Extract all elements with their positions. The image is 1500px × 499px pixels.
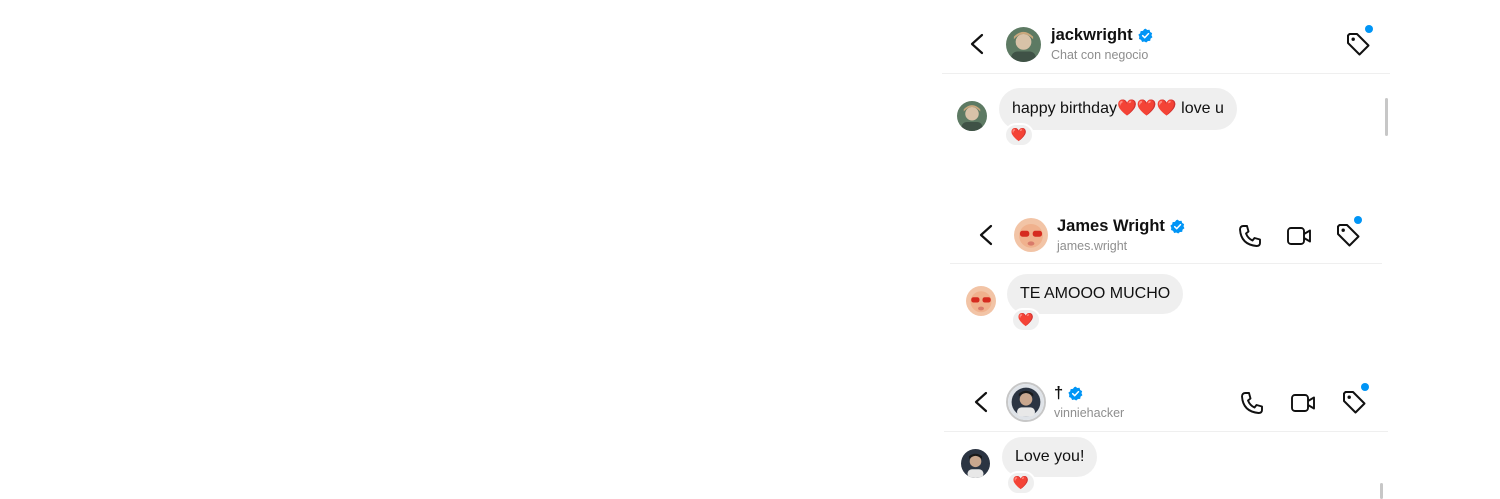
heart-reaction[interactable]: ❤️ bbox=[1006, 471, 1036, 495]
chat-header: James Wright james.wright bbox=[950, 198, 1382, 264]
tag-icon[interactable] bbox=[1341, 389, 1367, 415]
avatar[interactable] bbox=[1014, 218, 1048, 252]
chat-panel-jackwright: jackwright Chat con negocio happy birthd… bbox=[942, 0, 1390, 185]
heart-reaction[interactable]: ❤️ bbox=[1004, 123, 1034, 147]
avatar[interactable] bbox=[961, 449, 990, 478]
tag-icon[interactable] bbox=[1335, 222, 1361, 248]
avatar[interactable] bbox=[966, 286, 996, 316]
heart-reaction[interactable]: ❤️ bbox=[1011, 308, 1041, 332]
phone-icon[interactable] bbox=[1239, 390, 1265, 416]
contact-subtitle: james.wright bbox=[1057, 239, 1128, 253]
message-text: happy birthday bbox=[1012, 100, 1117, 117]
back-arrow-icon[interactable] bbox=[970, 390, 994, 414]
message-text: Love you! bbox=[1015, 448, 1085, 465]
message-text-suffix: love u bbox=[1176, 100, 1224, 117]
video-camera-icon[interactable] bbox=[1290, 390, 1316, 416]
tag-icon[interactable] bbox=[1345, 31, 1371, 57]
verified-badge-icon bbox=[1170, 219, 1185, 234]
avatar[interactable] bbox=[1006, 382, 1046, 422]
scrollbar[interactable] bbox=[1380, 483, 1383, 499]
message-bubble[interactable]: happy birthday❤️❤️❤️ love u bbox=[999, 88, 1237, 130]
heart-emoji: ❤️❤️❤️ bbox=[1116, 100, 1177, 117]
back-arrow-icon[interactable] bbox=[975, 223, 999, 247]
verified-badge-icon bbox=[1068, 386, 1083, 401]
chat-header: jackwright Chat con negocio bbox=[942, 0, 1390, 74]
contact-name[interactable]: † bbox=[1054, 384, 1063, 403]
contact-subtitle: Chat con negocio bbox=[1051, 48, 1149, 62]
contact-name[interactable]: James Wright bbox=[1057, 217, 1165, 236]
scrollbar[interactable] bbox=[1385, 98, 1388, 136]
message-text: TE AMOOO MUCHO bbox=[1020, 285, 1171, 302]
back-arrow-icon[interactable] bbox=[966, 32, 990, 56]
avatar[interactable] bbox=[1006, 27, 1041, 62]
chat-panel-vinniehacker: † vinniehacker Love you! ❤️ bbox=[944, 366, 1388, 499]
notification-dot bbox=[1361, 383, 1369, 391]
contact-subtitle: vinniehacker bbox=[1054, 406, 1125, 420]
video-camera-icon[interactable] bbox=[1286, 223, 1312, 249]
chat-header: † vinniehacker bbox=[944, 366, 1388, 432]
notification-dot bbox=[1354, 216, 1362, 224]
verified-badge-icon bbox=[1137, 28, 1153, 43]
avatar[interactable] bbox=[957, 101, 987, 131]
notification-dot bbox=[1365, 25, 1373, 33]
chat-panel-james-wright: James Wright james.wright TE AMOOO MUCHO… bbox=[950, 198, 1382, 358]
contact-name[interactable]: jackwright bbox=[1051, 26, 1133, 45]
phone-icon[interactable] bbox=[1237, 223, 1263, 249]
